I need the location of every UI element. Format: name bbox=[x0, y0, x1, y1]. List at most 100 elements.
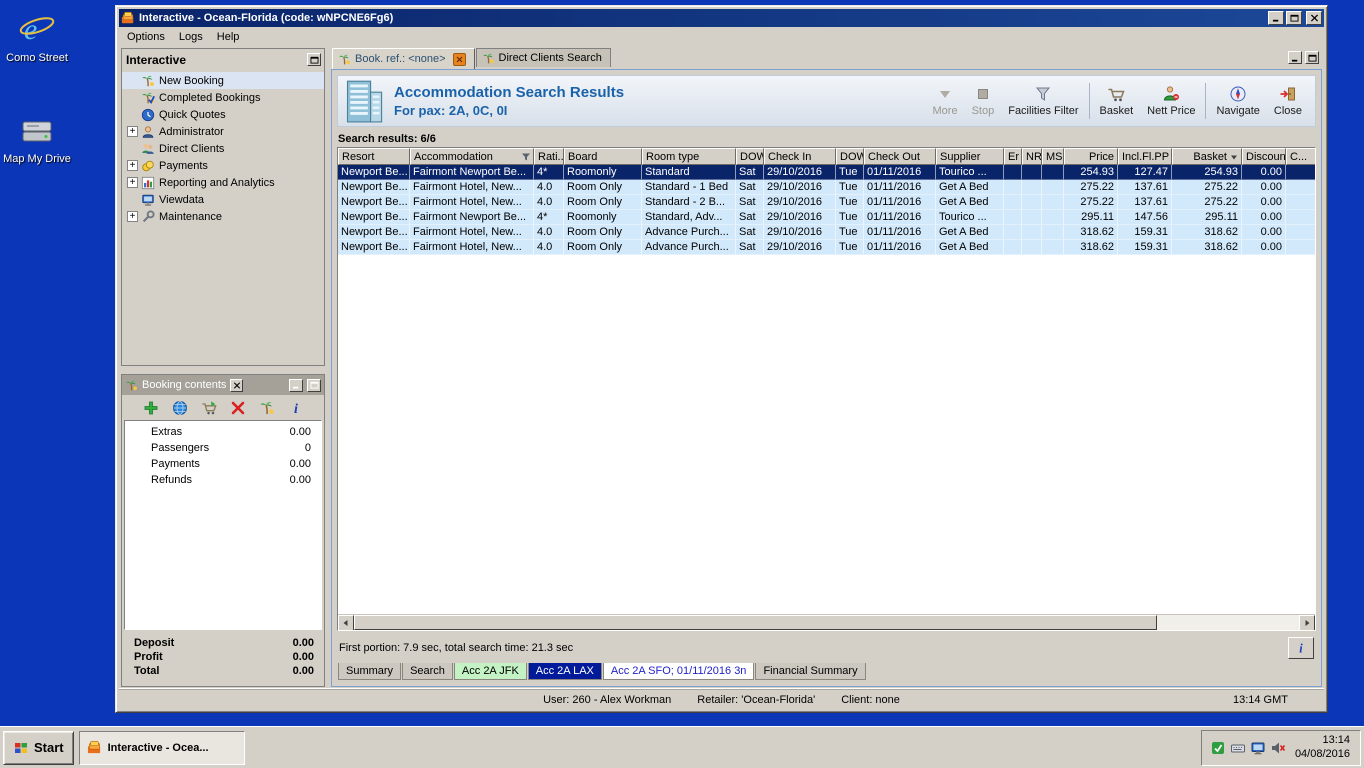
minimize-button[interactable] bbox=[1268, 11, 1284, 25]
float-panel-button[interactable] bbox=[307, 378, 321, 392]
sidebar-item-new-booking[interactable]: New Booking bbox=[122, 72, 324, 89]
expand-icon[interactable] bbox=[127, 160, 138, 171]
tray-keyboard-icon[interactable] bbox=[1230, 740, 1246, 756]
booking-item-row[interactable]: Refunds 0.00 bbox=[125, 472, 321, 488]
col-ms[interactable]: MS bbox=[1042, 148, 1064, 165]
facilities-filter-button[interactable]: Facilities Filter bbox=[1001, 83, 1090, 119]
info-button[interactable] bbox=[287, 399, 305, 417]
filter-icon[interactable] bbox=[521, 152, 531, 162]
world-button[interactable] bbox=[171, 399, 189, 417]
sidebar-item-completed-bookings[interactable]: Completed Bookings bbox=[122, 89, 324, 106]
col-accommodation[interactable]: Accommodation bbox=[410, 148, 534, 165]
result-row[interactable]: Newport Be... Fairmont Newport Be... 4* … bbox=[338, 165, 1315, 180]
menu-item[interactable]: Help bbox=[210, 29, 247, 45]
view-tab-acc-2a-lax[interactable]: Acc 2A LAX bbox=[527, 663, 602, 680]
restore-view-button[interactable] bbox=[1305, 51, 1319, 64]
palm-icon bbox=[338, 53, 351, 66]
navigate-button[interactable]: Navigate bbox=[1209, 83, 1266, 119]
booking-item-row[interactable]: Passengers 0 bbox=[125, 440, 321, 456]
stop-button[interactable]: Stop bbox=[965, 83, 1002, 119]
view-tab-acc-2a-jfk[interactable]: Acc 2A JFK bbox=[453, 663, 527, 680]
toolbar-button-label: Stop bbox=[971, 105, 995, 117]
result-row[interactable]: Newport Be... Fairmont Hotel, New... 4.0… bbox=[338, 240, 1315, 255]
col-check-out[interactable]: Check Out bbox=[864, 148, 936, 165]
col-check-in[interactable]: Check In bbox=[764, 148, 836, 165]
sidebar-item-viewdata[interactable]: Viewdata bbox=[122, 191, 324, 208]
col-c[interactable]: C... bbox=[1286, 148, 1315, 165]
sidebar-item-maintenance[interactable]: Maintenance bbox=[122, 208, 324, 225]
move-to-basket-button[interactable] bbox=[200, 399, 218, 417]
booking-item-row[interactable]: Payments 0.00 bbox=[125, 456, 321, 472]
scroll-left-button[interactable] bbox=[338, 615, 354, 630]
info-button[interactable] bbox=[1288, 637, 1314, 659]
close-search-button[interactable]: Close bbox=[1267, 83, 1309, 119]
sidebar-panel-button[interactable] bbox=[307, 53, 321, 66]
tab-direct-clients-search[interactable]: Direct Clients Search bbox=[475, 48, 611, 67]
taskbar-task[interactable]: Interactive - Ocea... bbox=[78, 730, 245, 765]
view-tab-acc-2a-sfo[interactable]: Acc 2A SFO; 01/11/2016 3n bbox=[602, 663, 755, 680]
view-tab-financial-summary[interactable]: Financial Summary bbox=[755, 663, 866, 680]
sidebar-item-payments[interactable]: Payments bbox=[122, 157, 324, 174]
col-dow-out[interactable]: DOW bbox=[836, 148, 864, 165]
minimize-view-button[interactable] bbox=[1288, 51, 1302, 64]
result-row[interactable]: Newport Be... Fairmont Hotel, New... 4.0… bbox=[338, 225, 1315, 240]
maximize-button[interactable] bbox=[1286, 11, 1302, 25]
result-row[interactable]: Newport Be... Fairmont Newport Be... 4* … bbox=[338, 210, 1315, 225]
window-titlebar[interactable]: Interactive - Ocean-Florida (code: wNPCN… bbox=[119, 9, 1324, 27]
palm-button[interactable] bbox=[258, 399, 276, 417]
expand-icon[interactable] bbox=[127, 177, 138, 188]
col-rating[interactable]: Rati... bbox=[534, 148, 564, 165]
start-button[interactable]: Start bbox=[3, 730, 74, 765]
sidebar-panel: Interactive New Booking Completed Bookin… bbox=[121, 48, 325, 366]
desktop-icon-como-street[interactable]: Como Street bbox=[2, 8, 72, 65]
sidebar-item-administrator[interactable]: Administrator bbox=[122, 123, 324, 140]
tab-booking-ref[interactable]: Book. ref.: <none> bbox=[332, 48, 475, 69]
delete-button[interactable] bbox=[229, 399, 247, 417]
sidebar-item-direct-clients[interactable]: Direct Clients bbox=[122, 140, 324, 157]
result-row[interactable]: Newport Be... Fairmont Hotel, New... 4.0… bbox=[338, 195, 1315, 210]
tray-app-icon[interactable] bbox=[1210, 740, 1226, 756]
scrollbar-track[interactable] bbox=[354, 615, 1299, 630]
close-button[interactable] bbox=[1306, 11, 1322, 25]
tray-volume-muted-icon[interactable] bbox=[1270, 740, 1286, 756]
desktop-icon-map-my-drive[interactable]: Map My Drive bbox=[2, 109, 72, 166]
minimize-panel-button[interactable] bbox=[289, 378, 303, 392]
col-dow-in[interactable]: DOW bbox=[736, 148, 764, 165]
col-er[interactable]: Er bbox=[1004, 148, 1022, 165]
col-basket[interactable]: Basket bbox=[1172, 148, 1242, 165]
col-price[interactable]: Price bbox=[1064, 148, 1118, 165]
basket-button[interactable]: Basket bbox=[1093, 83, 1141, 119]
tray-display-icon[interactable] bbox=[1250, 740, 1266, 756]
add-button[interactable] bbox=[142, 399, 160, 417]
scroll-right-button[interactable] bbox=[1299, 615, 1315, 630]
col-incl-fl-pp[interactable]: Incl.Fl.PP bbox=[1118, 148, 1172, 165]
result-row[interactable]: Newport Be... Fairmont Hotel, New... 4.0… bbox=[338, 180, 1315, 195]
col-discount[interactable]: Discount bbox=[1242, 148, 1286, 165]
expand-icon[interactable] bbox=[127, 211, 138, 222]
view-tab-summary[interactable]: Summary bbox=[338, 663, 402, 680]
menu-item[interactable]: Logs bbox=[172, 29, 210, 45]
expand-icon[interactable] bbox=[127, 126, 138, 137]
more-button[interactable]: More bbox=[926, 83, 965, 119]
sidebar-item-quick-quotes[interactable]: Quick Quotes bbox=[122, 106, 324, 123]
close-tab-icon[interactable] bbox=[452, 52, 466, 66]
col-supplier[interactable]: Supplier bbox=[936, 148, 1004, 165]
cell-nr bbox=[1022, 195, 1042, 210]
close-panel-icon[interactable] bbox=[230, 378, 244, 392]
cell-supplier: Tourico ... bbox=[936, 210, 1004, 225]
booking-contents-header[interactable]: Booking contents bbox=[122, 375, 324, 395]
col-board[interactable]: Board bbox=[564, 148, 642, 165]
scrollbar-thumb[interactable] bbox=[354, 615, 1158, 630]
sidebar-item-reporting-and-analytics[interactable]: Reporting and Analytics bbox=[122, 174, 324, 191]
booking-item-row[interactable]: Extras 0.00 bbox=[125, 424, 321, 440]
nett-price-icon bbox=[1161, 85, 1181, 103]
menu-item[interactable]: Options bbox=[120, 29, 172, 45]
col-room-type[interactable]: Room type bbox=[642, 148, 736, 165]
col-nr[interactable]: NR bbox=[1022, 148, 1042, 165]
taskbar-clock[interactable]: 13:14 04/08/2016 bbox=[1295, 734, 1350, 762]
view-tab-search[interactable]: Search bbox=[402, 663, 453, 680]
nett-price-button[interactable]: Nett Price bbox=[1140, 83, 1207, 119]
cell-er bbox=[1004, 225, 1022, 240]
col-resort[interactable]: Resort bbox=[338, 148, 410, 165]
horizontal-scrollbar[interactable] bbox=[338, 614, 1315, 630]
